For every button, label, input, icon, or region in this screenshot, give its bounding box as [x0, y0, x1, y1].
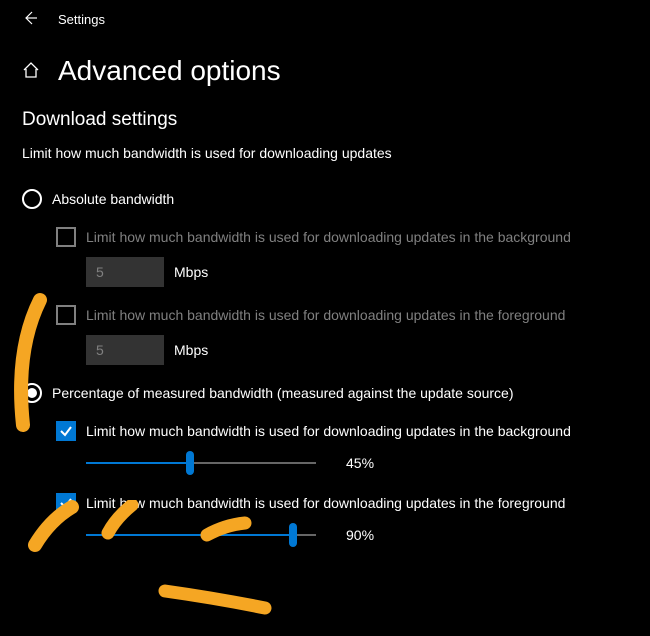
- radio-icon: [22, 189, 42, 209]
- radio-percentage-bandwidth[interactable]: Percentage of measured bandwidth (measur…: [22, 383, 628, 403]
- header: Advanced options: [0, 39, 650, 109]
- absolute-bg-input-row: Mbps: [56, 257, 628, 287]
- slider-fill: [86, 462, 190, 464]
- slider-bg-bandwidth[interactable]: [86, 451, 316, 475]
- radio-absolute-bandwidth[interactable]: Absolute bandwidth: [22, 189, 628, 209]
- absolute-options: Limit how much bandwidth is used for dow…: [22, 227, 628, 365]
- slider-value: 90%: [346, 527, 386, 543]
- slider-thumb: [289, 523, 297, 547]
- titlebar: Settings: [0, 0, 650, 39]
- slider-fg-bandwidth[interactable]: [86, 523, 316, 547]
- home-icon[interactable]: [22, 61, 40, 82]
- checkbox-absolute-bg[interactable]: Limit how much bandwidth is used for dow…: [56, 227, 628, 247]
- absolute-fg-input-row: Mbps: [56, 335, 628, 365]
- checkbox-label: Limit how much bandwidth is used for dow…: [86, 423, 571, 439]
- section-title: Download settings: [22, 109, 628, 131]
- checkbox-icon: [56, 421, 76, 441]
- checkbox-icon: [56, 493, 76, 513]
- absolute-bg-mbps-input[interactable]: [86, 257, 164, 287]
- absolute-fg-mbps-input[interactable]: [86, 335, 164, 365]
- checkbox-label: Limit how much bandwidth is used for dow…: [86, 229, 571, 245]
- slider-row-fg: 90%: [56, 523, 628, 547]
- radio-label: Absolute bandwidth: [52, 191, 174, 207]
- slider-fill: [86, 534, 293, 536]
- unit-label: Mbps: [174, 264, 208, 280]
- page-title: Advanced options: [58, 55, 281, 87]
- slider-value: 45%: [346, 455, 386, 471]
- app-name: Settings: [58, 12, 105, 27]
- content: Download settings Limit how much bandwid…: [0, 109, 650, 547]
- checkbox-percentage-bg[interactable]: Limit how much bandwidth is used for dow…: [56, 421, 628, 441]
- back-icon[interactable]: [22, 10, 38, 29]
- slider-thumb: [186, 451, 194, 475]
- checkbox-absolute-fg[interactable]: Limit how much bandwidth is used for dow…: [56, 305, 628, 325]
- unit-label: Mbps: [174, 342, 208, 358]
- slider-row-bg: 45%: [56, 451, 628, 475]
- percentage-options: Limit how much bandwidth is used for dow…: [22, 421, 628, 547]
- checkbox-icon: [56, 305, 76, 325]
- checkbox-percentage-fg[interactable]: Limit how much bandwidth is used for dow…: [56, 493, 628, 513]
- checkbox-label: Limit how much bandwidth is used for dow…: [86, 495, 565, 511]
- section-subtitle: Limit how much bandwidth is used for dow…: [22, 145, 628, 161]
- checkbox-label: Limit how much bandwidth is used for dow…: [86, 307, 565, 323]
- annotation-arrow-icon: [155, 583, 285, 623]
- checkbox-icon: [56, 227, 76, 247]
- radio-icon: [22, 383, 42, 403]
- radio-label: Percentage of measured bandwidth (measur…: [52, 385, 514, 401]
